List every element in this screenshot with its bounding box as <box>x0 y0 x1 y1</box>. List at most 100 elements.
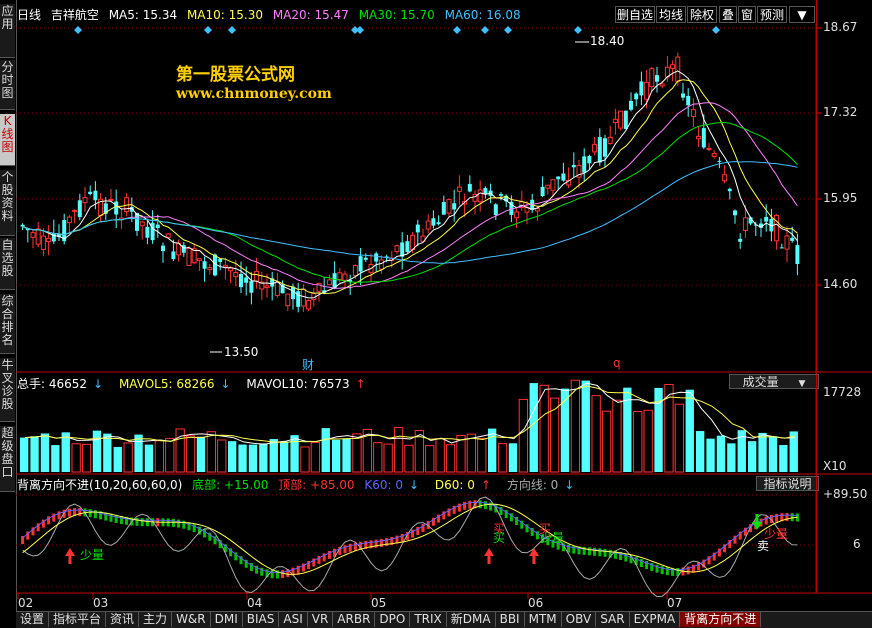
candle-body <box>556 176 561 180</box>
candle-body <box>161 245 165 252</box>
signal-bar <box>182 520 186 529</box>
candle-body <box>540 186 545 196</box>
volume-bar <box>280 441 289 472</box>
candle-body <box>659 83 665 87</box>
indicator-tab[interactable]: 设置 <box>16 612 50 627</box>
volume-indicator-select[interactable]: 成交量 ▼ <box>729 374 819 389</box>
volume-bar <box>248 444 258 472</box>
indicator-tab[interactable]: DMI <box>211 612 243 627</box>
candle-body <box>441 202 446 215</box>
volume-bar <box>144 444 154 472</box>
signal-bar <box>587 547 591 556</box>
candle-body <box>40 235 46 250</box>
candle-body <box>436 222 441 225</box>
mavol10-readout: MAVOL10: 76573 ↑ <box>246 377 366 391</box>
volume-bar <box>238 444 247 472</box>
candle-body <box>239 273 243 288</box>
volume-bar <box>643 409 653 473</box>
indicator-tab[interactable]: 指标平台 <box>49 612 107 627</box>
signal-bar <box>135 517 139 526</box>
candle-body <box>291 286 295 300</box>
volume-bar <box>342 438 351 472</box>
volume-axis: 17728 X10 <box>816 373 872 473</box>
indicator-tab[interactable]: ARBR <box>333 612 376 627</box>
indicator-header: 背离方向不进(10,20,60,60,0) 底部: +15.00 顶部: +85… <box>17 476 586 493</box>
volume-bar <box>228 441 237 472</box>
candle-body <box>717 160 722 162</box>
signal-bar <box>463 501 467 510</box>
indicator-tab[interactable]: SAR <box>596 612 630 627</box>
signal-bar <box>785 513 789 522</box>
candle-body <box>135 212 139 231</box>
price-tick-label: 18.67 <box>823 20 858 34</box>
candle-body <box>196 258 202 261</box>
candle-body <box>612 118 618 123</box>
signal-bar <box>88 509 92 518</box>
candle-body <box>207 267 213 271</box>
event-marker-icon <box>712 26 720 34</box>
candle-body <box>706 147 712 150</box>
candle-body <box>285 293 291 307</box>
candle-body <box>711 153 717 157</box>
candle-body <box>623 110 628 129</box>
candle-body <box>342 273 348 281</box>
ma20-line <box>22 102 798 289</box>
candle-body <box>415 224 420 233</box>
indicator-explain-button[interactable]: 指标说明 <box>756 476 819 491</box>
info-marker[interactable]: q <box>613 356 621 370</box>
ma60-line <box>22 161 798 264</box>
signal-bar <box>114 514 118 523</box>
finance-marker[interactable]: 财 <box>302 356 314 373</box>
candle-body <box>93 190 98 201</box>
indicator-tab[interactable]: VR <box>308 612 334 627</box>
candle-body <box>784 235 790 250</box>
candle-body <box>607 136 613 144</box>
indicator-tab[interactable]: BIAS <box>243 612 280 627</box>
signal-bar <box>78 508 82 517</box>
candle-body <box>264 285 270 289</box>
indicator-tab[interactable]: OBV <box>562 612 597 627</box>
volume-bar <box>539 384 549 473</box>
indicator-k60: K60: 0 ↓ <box>364 478 420 492</box>
candle-body <box>534 208 540 212</box>
price-tick-label: 14.60 <box>823 277 858 291</box>
candle-body <box>499 194 503 196</box>
candle-body <box>675 56 681 83</box>
volume-bar <box>529 383 538 472</box>
candle-body <box>618 110 624 129</box>
indicator-tab[interactable]: 主力 <box>139 612 173 627</box>
candlestick-chart[interactable] <box>0 0 872 627</box>
indicator-tab[interactable]: ASI <box>279 612 308 627</box>
candle-body <box>218 258 223 262</box>
candle-body <box>795 245 800 264</box>
arrow-shaft <box>68 556 72 564</box>
indicator-tab[interactable]: 背离方向不进 <box>680 612 762 627</box>
indicator-tab[interactable]: 新DMA <box>447 612 496 627</box>
date-tick-label: 03 <box>93 596 109 610</box>
volume-bar <box>332 439 341 472</box>
signal-bar <box>598 548 602 557</box>
date-tick-label: 02 <box>18 596 34 610</box>
indicator-tab[interactable]: EXPMA <box>630 612 681 627</box>
signal-bar <box>140 518 144 527</box>
candle-body <box>649 68 655 88</box>
candle-body <box>686 95 691 106</box>
indicator-tab[interactable]: BBI <box>496 612 525 627</box>
volume-bar <box>373 442 383 473</box>
ma5-line <box>22 70 798 299</box>
arrow-shaft <box>487 556 491 564</box>
indicator-tab[interactable]: DPO <box>375 612 411 627</box>
candle-body <box>597 137 602 163</box>
indicator-tab[interactable]: 资讯 <box>106 612 140 627</box>
candle-body <box>514 211 520 219</box>
indicator-tab[interactable]: MTM <box>525 612 562 627</box>
buy-arrow-icon <box>484 548 494 556</box>
candle-body <box>483 188 488 195</box>
candle-body <box>550 179 556 191</box>
indicator-tab[interactable]: W&R <box>172 612 211 627</box>
indicator-tab[interactable]: TRIX <box>410 612 447 627</box>
volume-bar <box>508 443 518 472</box>
volume-bar <box>310 441 321 473</box>
volume-bar <box>404 444 414 473</box>
watermark-url: www.chnmoney.com <box>176 86 332 102</box>
